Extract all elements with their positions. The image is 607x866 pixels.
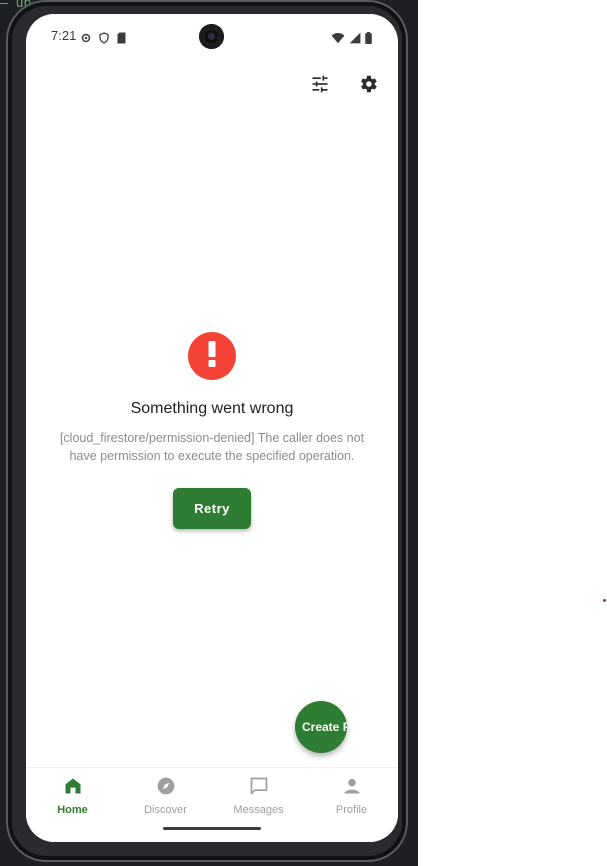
bottom-navigation: Home Discover Messages Profile [26,767,398,824]
nav-item-discover[interactable]: Discover [119,768,212,824]
settings-button[interactable] [356,74,380,98]
sd-card-icon [116,29,127,48]
tune-sliders-icon [310,74,330,98]
status-time: 7:21 [51,28,77,43]
settings-gear-icon [80,29,92,48]
nav-label-profile: Profile [335,804,368,816]
retry-button[interactable]: Retry [173,488,251,529]
status-bar: 7:21 [26,14,398,58]
home-indicator[interactable] [163,827,261,830]
fab-label: Create P [302,720,347,734]
gear-icon [357,73,379,99]
filter-button[interactable] [308,74,332,98]
chat-bubble-icon [249,776,269,800]
battery-icon [365,29,372,48]
nav-item-home[interactable]: Home [26,768,119,824]
status-icons-right [331,29,372,48]
exclamation-icon [208,341,216,371]
wifi-icon [331,29,345,48]
nav-label-home: Home [57,804,88,816]
red-dot-marker [603,599,606,602]
error-state: Something went wrong [cloud_firestore/pe… [26,332,398,529]
cellular-signal-icon [349,29,361,48]
error-title: Something went wrong [130,400,294,417]
right-blank-area [418,0,607,866]
phone-screen: 7:21 Something went wrong [cloud_firesto… [26,14,398,842]
compass-icon [156,776,176,800]
nav-label-discover: Discover [144,804,187,816]
create-post-fab[interactable]: Create P [295,701,347,753]
front-camera [199,24,224,49]
person-icon [342,776,362,800]
shield-icon [98,29,110,48]
nav-item-profile[interactable]: Profile [305,768,398,824]
phone-frame: 7:21 Something went wrong [cloud_firesto… [6,0,408,862]
nav-label-messages: Messages [233,804,284,816]
home-icon [63,776,83,800]
top-actions [308,74,380,98]
error-message: [cloud_firestore/permission-denied] The … [59,431,365,463]
nav-item-messages[interactable]: Messages [212,768,305,824]
status-icons-left [80,29,127,48]
error-circle [188,332,236,380]
